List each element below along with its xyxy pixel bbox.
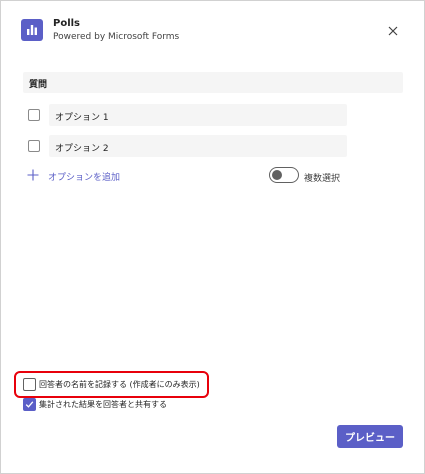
multi-select-label: 複数選択 bbox=[304, 174, 341, 184]
option-2-checkbox[interactable] bbox=[28, 140, 40, 152]
option-1-checkbox[interactable] bbox=[28, 109, 40, 121]
record-names-checkbox[interactable] bbox=[23, 378, 36, 391]
share-results-checkbox[interactable] bbox=[23, 398, 36, 411]
add-option-label: オプションを追加 bbox=[48, 173, 121, 183]
question-input[interactable]: 質問 bbox=[23, 72, 403, 93]
share-results-label: 集計された結果を回答者と共有する bbox=[39, 400, 167, 409]
app-subtitle: Powered by Microsoft Forms bbox=[53, 32, 180, 42]
multi-select-toggle[interactable] bbox=[269, 167, 299, 183]
option-2-label: オプション 2 bbox=[55, 144, 109, 154]
plus-icon bbox=[27, 169, 39, 181]
option-1-label: オプション 1 bbox=[55, 113, 109, 123]
close-button[interactable] bbox=[385, 23, 401, 39]
polls-dialog: Polls Powered by Microsoft Forms 質問 オプショ… bbox=[0, 0, 425, 474]
app-name: Polls bbox=[53, 18, 81, 29]
option-2-field[interactable]: オプション 2 bbox=[49, 135, 347, 157]
toggle-knob bbox=[272, 170, 282, 180]
option-1-field[interactable]: オプション 1 bbox=[49, 104, 347, 126]
record-names-label: 回答者の名前を記録する (作成者にのみ表示) bbox=[39, 380, 200, 389]
close-icon[interactable] bbox=[385, 23, 401, 39]
checkmark-icon bbox=[25, 401, 34, 408]
poll-chart-icon bbox=[21, 19, 43, 41]
question-placeholder: 質問 bbox=[29, 80, 48, 90]
preview-button[interactable]: プレビュー bbox=[337, 425, 403, 448]
